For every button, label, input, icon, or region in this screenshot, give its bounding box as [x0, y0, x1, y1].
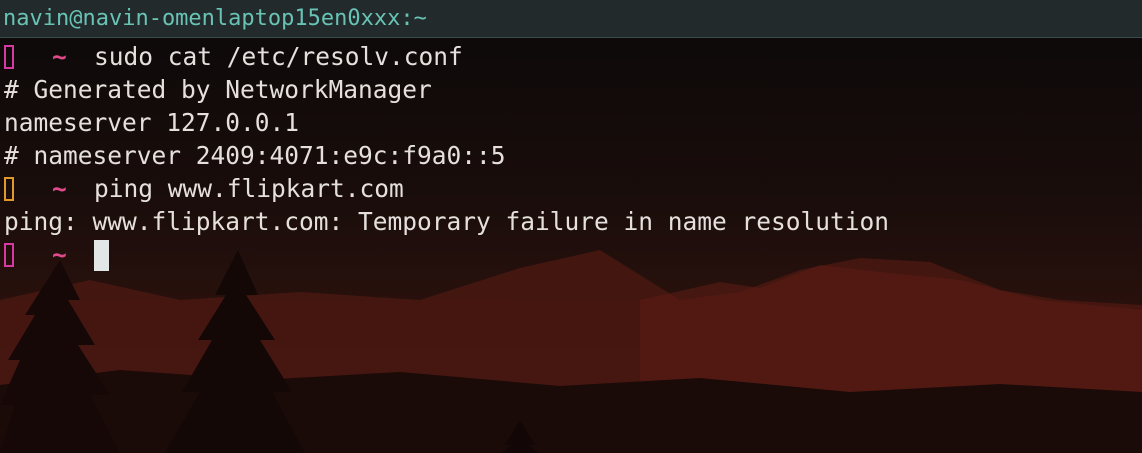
prompt-directory: ~ [52, 240, 67, 269]
prompt-directory: ~ [52, 42, 67, 71]
text-cursor[interactable] [94, 240, 109, 271]
output-line: # nameserver 2409:4071:e9c:f9a0::5 [4, 141, 506, 170]
window-title: navin@navin-omenlaptop15en0xxx:~ [3, 6, 427, 31]
title-bar: navin@navin-omenlaptop15en0xxx:~ [0, 0, 1142, 38]
status-error-icon [4, 177, 14, 201]
terminal-output[interactable]: ~ sudo cat /etc/resolv.conf # Generated b… [4, 40, 1138, 271]
command-text: ping www.flipkart.com [94, 174, 404, 203]
command-text: sudo cat /etc/resolv.conf [94, 42, 463, 71]
output-line: ping: www.flipkart.com: Temporary failur… [4, 207, 890, 236]
status-ok-icon [4, 45, 14, 69]
terminal-window: navin@navin-omenlaptop15en0xxx:~ ~ sudo c… [0, 0, 1142, 453]
prompt-directory: ~ [52, 174, 67, 203]
output-line: # Generated by NetworkManager [4, 75, 432, 104]
output-line: nameserver 127.0.0.1 [4, 108, 300, 137]
prompt-line: ~ sudo cat /etc/resolv.conf [4, 40, 1138, 73]
prompt-line-active[interactable]: ~ [4, 238, 1138, 271]
prompt-line: ~ ping www.flipkart.com [4, 172, 1138, 205]
status-ok-icon [4, 243, 14, 267]
